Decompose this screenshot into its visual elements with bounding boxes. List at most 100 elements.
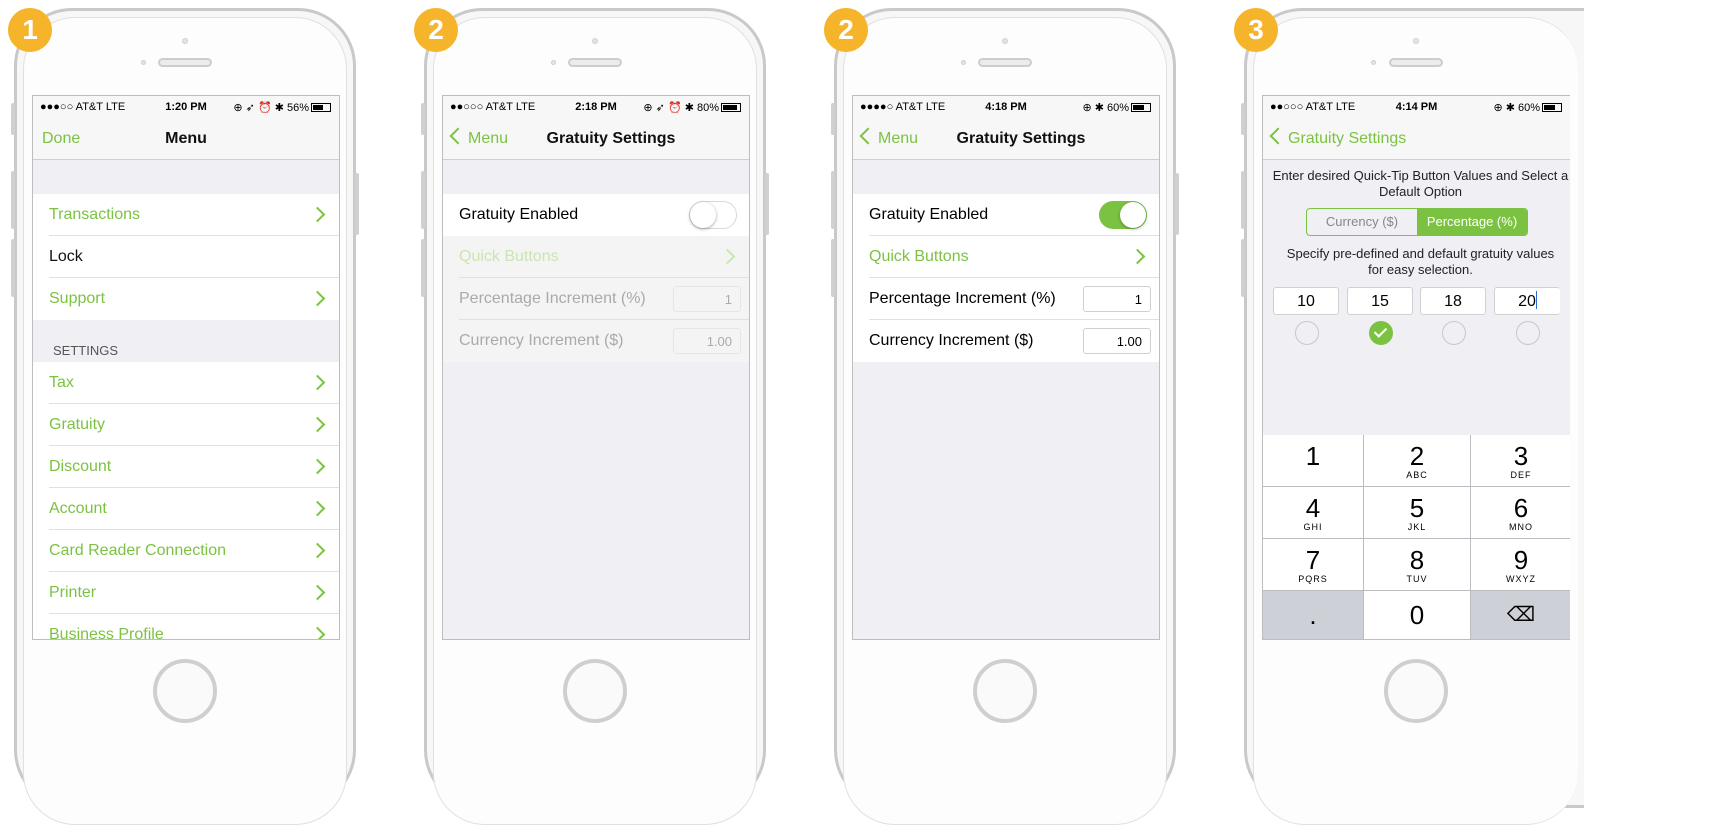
menu-item-transactions[interactable]: Transactions [33,194,339,236]
speaker-grille [568,58,622,67]
gratuity-enabled-row: Gratuity Enabled [443,194,749,236]
section-header-settings: SETTINGS [33,320,339,362]
menu-item-lock[interactable]: Lock [33,236,339,278]
status-icons: ⊕ ✱ 60% [1082,102,1129,114]
menu-item-tax[interactable]: Tax [33,362,339,404]
percentage-increment-label: Percentage Increment (%) [459,290,646,307]
menu-item-printer[interactable]: Printer [33,572,339,614]
chevron-right-icon [309,374,326,391]
chevron-right-icon [309,416,326,433]
chevron-left-icon [449,127,467,145]
home-button[interactable] [563,659,627,723]
menu-item-business-profile[interactable]: Business Profile [33,614,339,639]
key-2[interactable]: 2 ABC [1364,435,1471,487]
speaker-grille [158,58,212,67]
status-bar: ●●●○○ AT&T LTE 1:20 PM ⊕ ➶ ⏰ ✱ 56% [33,96,339,118]
segment-currency[interactable]: Currency ($) [1307,209,1417,235]
tip-value-3[interactable]: 18 [1420,287,1486,315]
instruction-text: Enter desired Quick-Tip Button Values an… [1272,168,1569,199]
tip-value-1[interactable]: 10 [1273,287,1339,315]
key-3[interactable]: 3 DEF [1471,435,1570,487]
default-radio-1[interactable] [1295,321,1319,345]
default-radio-2-check-icon[interactable] [1369,321,1393,345]
currency-increment-input[interactable]: 1.00 [1083,328,1151,354]
home-button[interactable] [1383,659,1448,723]
back-button[interactable]: Gratuity Settings [1269,127,1406,148]
currency-increment-label: Currency Increment ($) [459,332,624,349]
chevron-right-icon [309,290,326,307]
key-8[interactable]: 8 TUV [1364,539,1471,591]
gratuity-toggle[interactable] [1099,201,1147,229]
chevron-right-icon [309,626,326,639]
key-4[interactable]: 4 GHI [1263,487,1364,539]
percentage-increment-row: Percentage Increment (%) 1 [443,278,749,320]
menu-item-card-reader[interactable]: Card Reader Connection [33,530,339,572]
page-title: Menu [165,130,207,147]
specify-text: Specify pre-defined and default gratuity… [1286,246,1555,277]
key-7[interactable]: 7 PQRS [1263,539,1364,591]
menu-item-support[interactable]: Support [33,278,339,320]
numeric-keypad: 1 2 ABC 3 DEF 4 GHI 5 JKL 6 MNO 7 PQRS 8 TUV 9W… [1263,435,1570,639]
default-radio-3[interactable] [1442,321,1466,345]
quick-buttons-row[interactable]: Quick Buttons [443,236,749,278]
currency-increment-input[interactable]: 1.00 [673,328,741,354]
sensor-dot [141,60,146,65]
home-button[interactable] [153,659,217,723]
menu-item-label: Printer [49,584,97,601]
quick-buttons-label: Quick Buttons [459,248,559,265]
camera-dot [1412,38,1419,44]
gratuity-enabled-row: Gratuity Enabled [853,194,1159,236]
quick-buttons-row[interactable]: Quick Buttons [853,236,1159,278]
chevron-right-icon [309,458,326,475]
screen-gratuity-disabled: ●●○○○ AT&T LTE 2:18 PM ⊕ ➶ ⏰ ✱ 80% Menu … [442,95,750,640]
camera-dot [592,38,598,44]
battery-icon [721,103,741,112]
battery-icon [311,103,331,112]
segment-percentage[interactable]: Percentage (%) [1417,209,1527,235]
nav-bar: Done Menu [33,118,339,160]
screen-quick-buttons: ●●○○○ AT&T LTE 4:14 PM ⊕ ✱ 60% Gratuity … [1262,95,1570,640]
menu-item-label: Gratuity [49,416,106,433]
screen-gratuity-enabled: ●●●●○ AT&T LTE 4:18 PM ⊕ ✱ 60% Menu Grat… [852,95,1160,640]
currency-increment-row: Currency Increment ($) 1.00 [443,320,749,362]
menu-item-label: Transactions [49,206,140,223]
backspace-icon[interactable]: ⌫ [1471,591,1570,639]
camera-dot [1002,38,1008,44]
percentage-increment-input[interactable]: 1 [673,286,741,312]
chevron-left-icon [859,127,877,145]
gratuity-enabled-label: Gratuity Enabled [459,206,579,223]
value-type-segmented-control[interactable]: Currency ($) Percentage (%) [1306,208,1528,236]
tip-value-2[interactable]: 15 [1347,287,1413,315]
key-0[interactable]: 0 [1364,591,1471,639]
badge-step-3: 3 [1234,8,1278,52]
tip-value-4[interactable]: 20 [1494,287,1560,315]
key-5[interactable]: 5 JKL [1364,487,1471,539]
menu-item-account[interactable]: Account [33,488,339,530]
key-1[interactable]: 1 [1263,435,1364,487]
currency-increment-row: Currency Increment ($) 1.00 [853,320,1159,362]
status-bar: ●●○○○ AT&T LTE 4:14 PM ⊕ ✱ 60% [1263,96,1570,118]
page-title: Gratuity Settings [546,130,676,147]
percentage-increment-input[interactable]: 1 [1083,286,1151,312]
key-decimal[interactable]: . [1263,591,1364,639]
gratuity-toggle[interactable] [689,201,737,229]
currency-increment-label: Currency Increment ($) [869,332,1034,349]
menu-item-label: Tax [49,374,74,391]
key-9[interactable]: 9 WXYZ [1471,539,1570,591]
chevron-right-icon [309,584,326,601]
battery-icon [1131,103,1151,112]
home-button[interactable] [973,659,1037,723]
default-radio-4[interactable] [1516,321,1540,345]
menu-item-label: Discount [49,458,112,475]
key-6[interactable]: 6 MNO [1471,487,1570,539]
menu-item-gratuity[interactable]: Gratuity [33,404,339,446]
sensor-dot [961,60,966,65]
percentage-increment-label: Percentage Increment (%) [869,290,1056,307]
menu-item-label: Support [49,290,106,307]
battery-icon [1542,103,1562,112]
status-icons: ⊕ ➶ ⏰ ✱ 56% [233,102,309,114]
menu-item-discount[interactable]: Discount [33,446,339,488]
quick-buttons-label: Quick Buttons [869,248,969,265]
chevron-left-icon [1269,127,1287,145]
menu-item-label: Card Reader Connection [49,542,226,559]
